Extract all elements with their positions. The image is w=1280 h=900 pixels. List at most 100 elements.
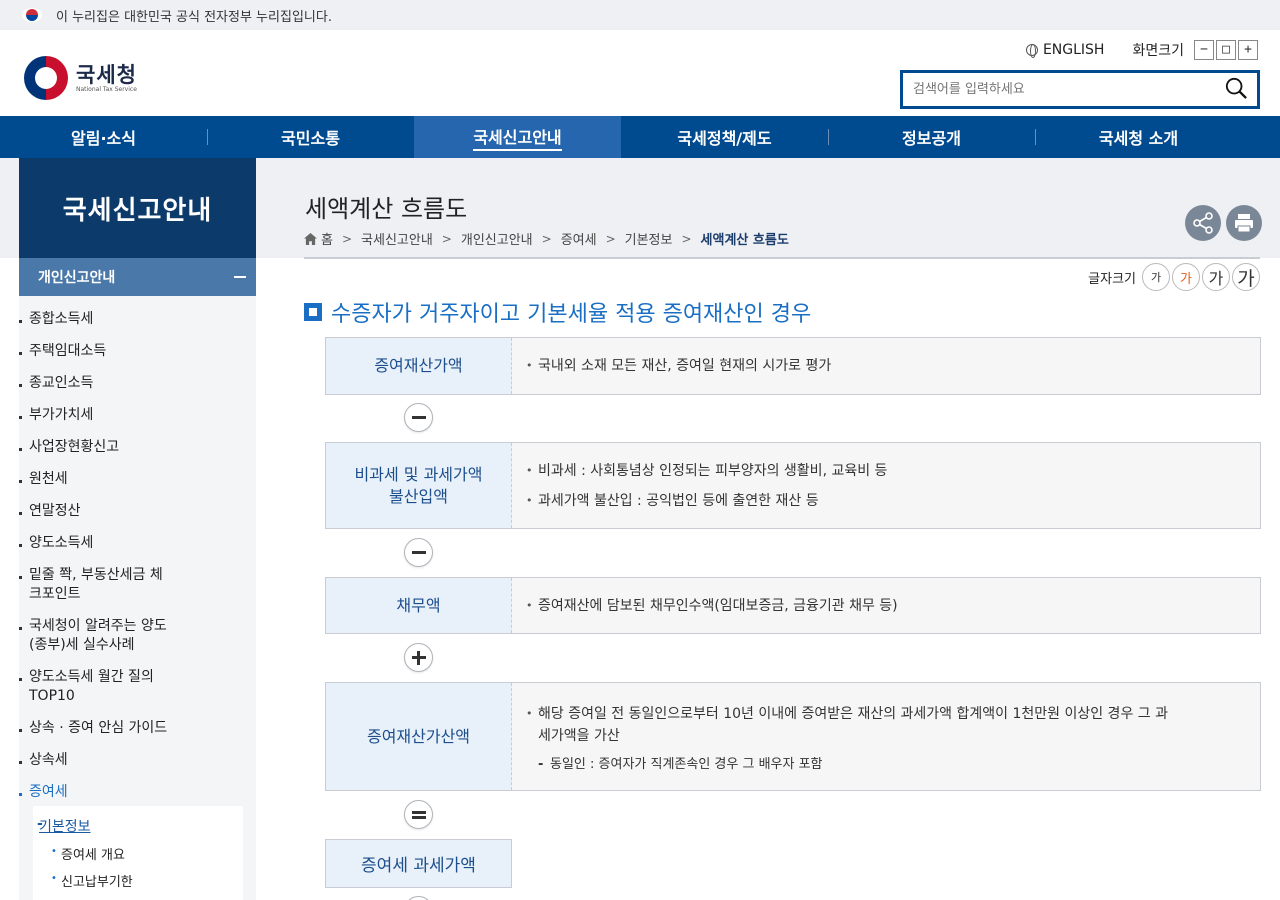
- font-size-small-button[interactable]: 가: [1142, 263, 1170, 291]
- flow-row-text: 해당 증여일 전 동일인으로부터 10년 이내에 증여받은 재산의 과세가액 합…: [526, 703, 1180, 747]
- sidebar-section-label: 개인신고안내: [38, 270, 116, 286]
- print-button[interactable]: [1226, 205, 1262, 241]
- flow-row-key: 채무액: [326, 578, 512, 633]
- nav-communication[interactable]: 국민소통: [207, 116, 414, 158]
- sidebar-title: 국세신고안내: [19, 158, 256, 258]
- font-size-default-button[interactable]: 가: [1172, 263, 1200, 291]
- content-divider: [304, 257, 1260, 259]
- flow-row: 증여재산가액 국내외 소재 모든 재산, 증여일 현재의 시가로 평가: [325, 337, 1261, 395]
- nav-label: 국세정책/제도: [677, 129, 772, 148]
- sidebar-item[interactable]: 양도소득세: [19, 534, 239, 553]
- zoom-in-button[interactable]: +: [1238, 40, 1258, 60]
- gov-banner-text: 이 누리집은 대한민국 공식 전자정부 누리집입니다.: [56, 9, 332, 25]
- submenu-title[interactable]: 기본정보: [37, 816, 91, 836]
- search-icon[interactable]: [1225, 77, 1247, 99]
- sidebar-item[interactable]: 종합소득세: [19, 310, 239, 329]
- zoom-reset-button[interactable]: □: [1216, 40, 1236, 60]
- sidebar-item-active[interactable]: 증여세: [19, 783, 239, 802]
- breadcrumb-item[interactable]: 기본정보: [625, 229, 673, 248]
- share-button[interactable]: [1185, 205, 1221, 241]
- zoom-label: 화면크기: [1132, 43, 1184, 59]
- nav-tax-filing[interactable]: 국세신고안내: [414, 116, 621, 158]
- sidebar-item[interactable]: 부가가치세: [19, 406, 239, 425]
- english-link[interactable]: ENGLISH: [1025, 42, 1105, 58]
- sidebar-item[interactable]: 상속 · 증여 안심 가이드: [19, 719, 239, 738]
- chevron-right-icon: >: [605, 231, 616, 246]
- heading-bullet-icon: [304, 303, 322, 321]
- chevron-right-icon: >: [681, 231, 692, 246]
- korea-flag-icon: [22, 8, 42, 22]
- nav-disclosure[interactable]: 정보공개: [828, 116, 1035, 158]
- sidebar-submenu: 기본정보 증여세 개요 신고납부기한: [33, 806, 243, 900]
- section-heading: 수증자가 거주자이고 기본세율 적용 증여재산인 경우: [304, 296, 811, 328]
- submenu-item[interactable]: 신고납부기한: [51, 871, 133, 890]
- chevron-right-icon: >: [441, 231, 452, 246]
- sidebar-item[interactable]: 국세청이 알려주는 양도(종부)세 실수사례: [19, 617, 184, 655]
- font-size-xlarge-button[interactable]: 가: [1232, 263, 1260, 291]
- breadcrumb-current: 세액계산 흐름도: [700, 233, 789, 248]
- nav-news[interactable]: 알림·소식: [0, 116, 207, 158]
- search-input[interactable]: [903, 82, 1213, 97]
- sidebar-item[interactable]: 양도소득세 월간 질의 TOP10: [19, 668, 169, 706]
- breadcrumb-item[interactable]: 개인신고안내: [461, 229, 533, 248]
- breadcrumb-item[interactable]: 국세신고안내: [361, 229, 433, 248]
- flow-row-note: 동일인 : 증여자가 직계존속인 경우 그 배우자 포함: [526, 755, 1180, 775]
- section-heading-text: 수증자가 거주자이고 기본세율 적용 증여재산인 경우: [331, 302, 812, 327]
- equals-operator-icon: [404, 800, 433, 829]
- page-title: 세액계산 흐름도: [305, 195, 468, 223]
- gov-banner: 이 누리집은 대한민국 공식 전자정부 누리집입니다.: [0, 0, 1280, 30]
- logo-name: 국세청: [76, 62, 137, 87]
- home-icon: [304, 232, 317, 245]
- flow-row-text: 국내외 소재 모든 재산, 증여일 현재의 시가로 평가: [526, 355, 1246, 377]
- zoom-out-button[interactable]: −: [1194, 40, 1214, 60]
- nav-label: 정보공개: [902, 129, 961, 148]
- share-icon: [1193, 212, 1213, 234]
- nav-label: 알림·소식: [71, 129, 136, 148]
- globe-icon: [1025, 44, 1038, 58]
- breadcrumb: 홈 > 국세신고안내 > 개인신고안내 > 증여세 > 기본정보 > 세액계산 …: [304, 229, 789, 248]
- sidebar-item[interactable]: 종교인소득: [19, 374, 239, 393]
- flow-row: 증여재산가산액 해당 증여일 전 동일인으로부터 10년 이내에 증여받은 재산…: [325, 682, 1261, 791]
- flow-row-text: 증여재산에 담보된 채무인수액(임대보증금, 금융기관 채무 등): [526, 595, 1246, 617]
- chevron-right-icon: >: [341, 231, 353, 246]
- flow-row: 비과세 및 과세가액 불산입액 비과세 : 사회통념상 인정되는 피부양자의 생…: [325, 442, 1261, 529]
- sidebar-item[interactable]: 연말정산: [19, 502, 239, 521]
- logo[interactable]: 국세청 National Tax Service: [24, 56, 137, 100]
- nav-label: 국세청 소개: [1098, 129, 1179, 148]
- nav-about[interactable]: 국세청 소개: [1035, 116, 1242, 158]
- flow-row: 채무액 증여재산에 담보된 채무인수액(임대보증금, 금융기관 채무 등): [325, 577, 1261, 634]
- sidebar-menu: 종합소득세 주택임대소득 종교인소득 부가가치세 사업장현황신고 원천세 연말정…: [19, 310, 239, 815]
- nav-policy[interactable]: 국세정책/제도: [621, 116, 828, 158]
- english-label: ENGLISH: [1042, 42, 1105, 58]
- flow-row-key: 증여재산가액: [326, 338, 512, 394]
- font-size-label: 글자크기: [1088, 271, 1136, 287]
- breadcrumb-item[interactable]: 증여세: [561, 229, 597, 248]
- flow-row-key: 비과세 및 과세가액 불산입액: [326, 443, 512, 528]
- breadcrumb-item[interactable]: 홈: [321, 229, 333, 248]
- header: 국세청 National Tax Service ENGLISH 화면크기 − …: [0, 30, 1280, 116]
- sidebar-section-header[interactable]: 개인신고안내: [19, 258, 256, 296]
- nav-label: 국민소통: [281, 129, 340, 148]
- sidebar-item[interactable]: 원천세: [19, 470, 239, 489]
- sidebar-item[interactable]: 주택임대소득: [19, 342, 239, 361]
- flow-row-text: 과세가액 불산입 : 공익법인 등에 출연한 재산 등: [526, 490, 1246, 512]
- flow-result-key: 증여세 과세가액: [325, 839, 512, 888]
- font-size-control: 글자크기 가 가 가 가: [1088, 263, 1260, 291]
- utility-bar: ENGLISH 화면크기 − □ +: [1025, 40, 1258, 60]
- font-size-large-button[interactable]: 가: [1202, 263, 1230, 291]
- main-nav: 알림·소식 국민소통 국세신고안내 국세정책/제도 정보공개 국세청 소개: [0, 116, 1280, 158]
- search-box: [900, 70, 1260, 109]
- submenu-item[interactable]: 증여세 개요: [51, 844, 125, 863]
- sidebar-item[interactable]: 사업장현황신고: [19, 438, 239, 457]
- sidebar-item[interactable]: 밑줄 쫙, 부동산세금 체크포인트: [19, 566, 169, 604]
- flow-row-key: 증여재산가산액: [326, 683, 512, 790]
- nav-label: 국세신고안내: [473, 124, 562, 151]
- operator-icon: [404, 896, 433, 900]
- logo-subtitle: National Tax Service: [76, 85, 137, 93]
- chevron-right-icon: >: [541, 231, 552, 246]
- print-icon: [1235, 214, 1253, 233]
- nts-logo-icon: [24, 56, 68, 100]
- collapse-icon: [234, 276, 246, 278]
- sidebar-item[interactable]: 상속세: [19, 751, 239, 770]
- flow-row-text: 비과세 : 사회통념상 인정되는 피부양자의 생활비, 교육비 등: [526, 460, 1246, 482]
